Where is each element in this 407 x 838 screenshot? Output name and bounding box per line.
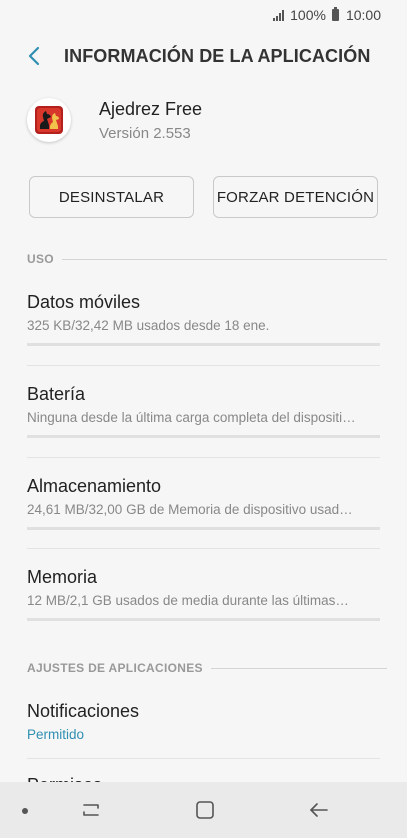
chess-app-icon bbox=[35, 106, 63, 134]
home-button[interactable] bbox=[192, 798, 218, 822]
uninstall-button[interactable]: DESINSTALAR bbox=[29, 176, 194, 218]
home-icon bbox=[196, 801, 214, 819]
recents-button[interactable] bbox=[78, 798, 104, 822]
item-title: Batería bbox=[27, 384, 86, 404]
item-title: Datos móviles bbox=[27, 292, 141, 312]
battery-icon bbox=[331, 7, 339, 21]
recents-icon bbox=[83, 804, 99, 816]
usage-bar bbox=[27, 527, 380, 530]
force-stop-button[interactable]: FORZAR DETENCIÓN bbox=[213, 176, 378, 218]
usage-bar bbox=[27, 343, 380, 346]
header: INFORMACIÓN DE LA APLICACIÓN bbox=[0, 30, 407, 82]
usage-item-mobile-data[interactable]: Datos móviles 325 KB/32,42 MB usados des… bbox=[27, 292, 380, 346]
divider bbox=[27, 457, 380, 458]
usage-bar bbox=[27, 618, 380, 621]
back-nav-button[interactable] bbox=[306, 798, 332, 822]
clock: 10:00 bbox=[345, 7, 381, 23]
status-bar: 100% 10:00 bbox=[0, 0, 407, 30]
app-info: Ajedrez Free Versión 2.553 bbox=[27, 98, 202, 142]
back-arrow-icon bbox=[28, 46, 40, 66]
back-nav-icon bbox=[310, 803, 328, 817]
back-button[interactable] bbox=[14, 36, 54, 76]
usage-bar bbox=[27, 435, 380, 438]
app-name: Ajedrez Free bbox=[99, 98, 203, 119]
usage-item-battery[interactable]: Batería Ninguna desde la última carga co… bbox=[27, 384, 380, 438]
divider bbox=[27, 548, 380, 549]
item-title: Almacenamiento bbox=[27, 476, 162, 496]
section-label: USO bbox=[27, 252, 54, 266]
item-subtitle: Permitido bbox=[27, 727, 85, 742]
nav-dot-icon bbox=[22, 808, 28, 814]
item-subtitle: 12 MB/2,1 GB usados de media durante las… bbox=[27, 593, 349, 608]
battery-percent: 100% bbox=[290, 7, 326, 23]
settings-item-notifications[interactable]: Notificaciones Permitido bbox=[27, 701, 380, 742]
section-divider bbox=[210, 667, 387, 669]
usage-item-storage[interactable]: Almacenamiento 24,61 MB/32,00 GB de Memo… bbox=[27, 476, 380, 530]
divider bbox=[27, 365, 380, 366]
section-divider bbox=[61, 258, 387, 260]
divider bbox=[27, 758, 380, 759]
item-title: Notificaciones bbox=[27, 701, 140, 721]
item-subtitle: Ninguna desde la última carga completa d… bbox=[27, 410, 356, 425]
app-icon bbox=[27, 98, 71, 142]
section-header-app-settings: AJUSTES DE APLICACIONES bbox=[27, 661, 387, 675]
item-title: Memoria bbox=[27, 567, 98, 587]
app-version: Versión 2.553 bbox=[99, 124, 191, 142]
section-label: AJUSTES DE APLICACIONES bbox=[27, 661, 203, 675]
item-subtitle: 24,61 MB/32,00 GB de Memoria de disposit… bbox=[27, 502, 353, 517]
navigation-bar bbox=[0, 782, 407, 838]
item-subtitle: 325 KB/32,42 MB usados desde 18 ene. bbox=[27, 318, 270, 333]
signal-icon bbox=[273, 9, 285, 21]
usage-item-memory[interactable]: Memoria 12 MB/2,1 GB usados de media dur… bbox=[27, 567, 380, 621]
page-title: INFORMACIÓN DE LA APLICACIÓN bbox=[64, 45, 371, 66]
section-header-usage: USO bbox=[27, 252, 387, 266]
